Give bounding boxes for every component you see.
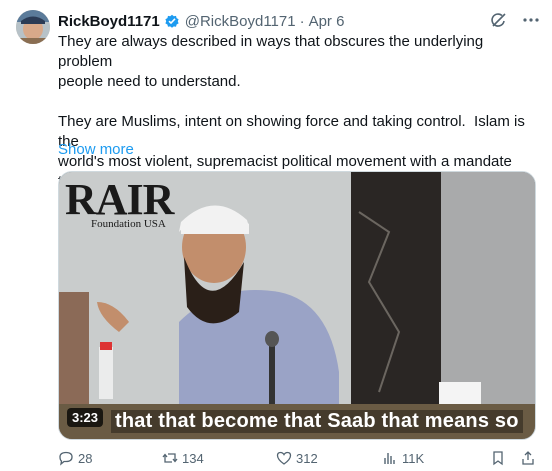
header-icons [490,11,540,29]
heart-icon [276,451,292,465]
watermark-subtitle: Foundation USA [91,218,166,230]
show-more-link[interactable]: Show more [58,141,134,158]
reply-count: 28 [78,450,93,466]
views-button[interactable]: 11K [382,450,424,466]
views-icon [384,453,395,464]
bookmark-button[interactable] [490,450,506,466]
video-caption: that that become that Saab that means so [111,410,523,433]
avatar[interactable] [16,10,50,44]
display-name[interactable]: RickBoyd1171 [58,13,160,30]
share-button[interactable] [520,450,536,466]
bookmark-icon [493,451,503,466]
video-duration: 3:23 [67,408,104,427]
reply-icon [59,451,73,466]
repost-count: 134 [182,450,204,466]
verified-badge-icon [164,13,180,29]
view-count: 11K [402,450,425,466]
tweet-date[interactable]: Apr 6 [309,13,345,30]
repost-button[interactable]: 134 [162,450,204,466]
more-options-icon[interactable] [522,11,540,29]
reply-button[interactable]: 28 [58,450,92,466]
handle[interactable]: @RickBoyd1171 [185,13,296,30]
tweet: RickBoyd1171 @RickBoyd1171 · Apr 6 They [0,0,552,471]
action-bar: 28 134 312 11K [58,447,538,469]
rair-watermark: RAIR Foundation USA [65,175,174,231]
watermark-title: RAIR [65,175,174,224]
share-icon [522,451,534,465]
repost-icon [162,453,178,463]
like-button[interactable]: 312 [276,450,318,466]
separator-dot: · [299,12,305,30]
grok-icon[interactable] [490,11,508,29]
video-player[interactable]: RAIR Foundation USA 3:23 that that becom… [58,171,536,440]
tweet-header: RickBoyd1171 @RickBoyd1171 · Apr 6 [58,11,542,31]
like-count: 312 [296,450,318,466]
